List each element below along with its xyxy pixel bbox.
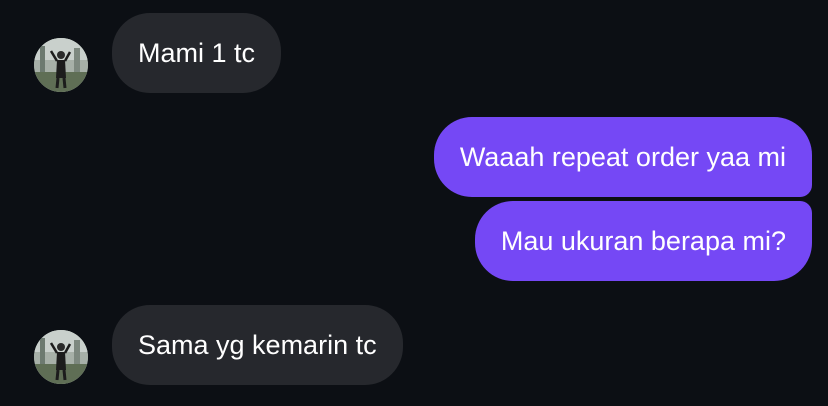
message-text: Mau ukuran berapa mi? xyxy=(500,226,786,256)
contact-avatar[interactable] xyxy=(34,330,88,384)
message-text: Sama yg kemarin tc xyxy=(138,330,377,360)
outgoing-message-bubble[interactable]: Mau ukuran berapa mi? xyxy=(474,201,812,281)
incoming-message-bubble[interactable]: Sama yg kemarin tc xyxy=(112,305,403,385)
message-text: Mami 1 tc xyxy=(138,38,256,68)
avatar-photo-icon xyxy=(34,38,88,92)
avatar-photo-icon xyxy=(34,330,88,384)
outgoing-message-bubble[interactable]: Waaah repeat order yaa mi xyxy=(433,117,812,197)
chat-thread: Mami 1 tc Waaah repeat order yaa mi Mau … xyxy=(0,0,828,406)
message-text: Waaah repeat order yaa mi xyxy=(459,142,786,172)
contact-avatar[interactable] xyxy=(34,38,88,92)
incoming-message-bubble[interactable]: Mami 1 tc xyxy=(112,13,282,93)
